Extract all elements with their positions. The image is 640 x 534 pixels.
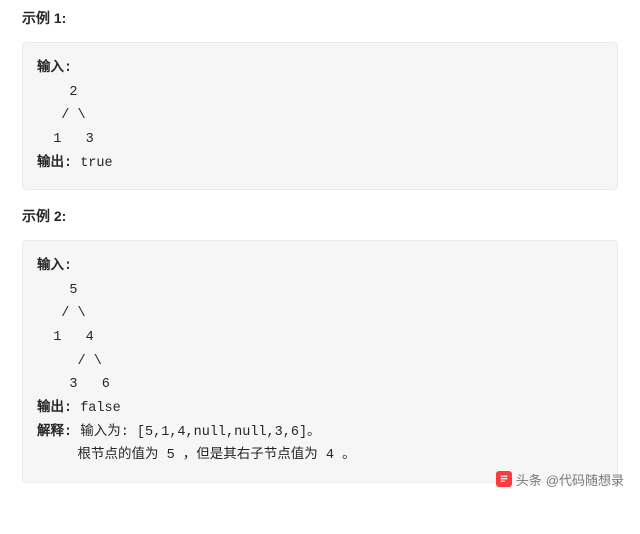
example-2-heading: 示例 2: (22, 206, 618, 226)
explain-line-1: 输入为: [5,1,4,null,null,3,6]。 (72, 425, 320, 440)
example-1-code-block: 输入: 2 / \ 1 3 输出: true (22, 42, 618, 190)
tree-ascii: 2 / \ 1 3 (37, 85, 94, 147)
input-label: 输入: (37, 259, 72, 274)
tree-ascii: 5 / \ 1 4 / \ 3 6 (37, 283, 110, 393)
input-label: 输入: (37, 61, 72, 76)
output-label: 输出: (37, 401, 72, 416)
explain-label: 解释: (37, 425, 72, 440)
example-2-code-block: 输入: 5 / \ 1 4 / \ 3 6 输出: false 解释: 输入为:… (22, 240, 618, 483)
toutiao-logo-icon (496, 471, 512, 487)
watermark: 头条 @代码随想录 (496, 470, 624, 489)
watermark-prefix: 头条 (516, 470, 542, 489)
document-container: 示例 1: 输入: 2 / \ 1 3 输出: true 示例 2: 输入: 5… (0, 0, 640, 509)
watermark-author: @代码随想录 (546, 470, 624, 489)
output-label: 输出: (37, 156, 72, 171)
output-value: false (72, 401, 121, 416)
output-value: true (72, 156, 113, 171)
explain-line-2: 根节点的值为 5 ，但是其右子节点值为 4 。 (37, 448, 356, 463)
example-1-heading: 示例 1: (22, 8, 618, 28)
